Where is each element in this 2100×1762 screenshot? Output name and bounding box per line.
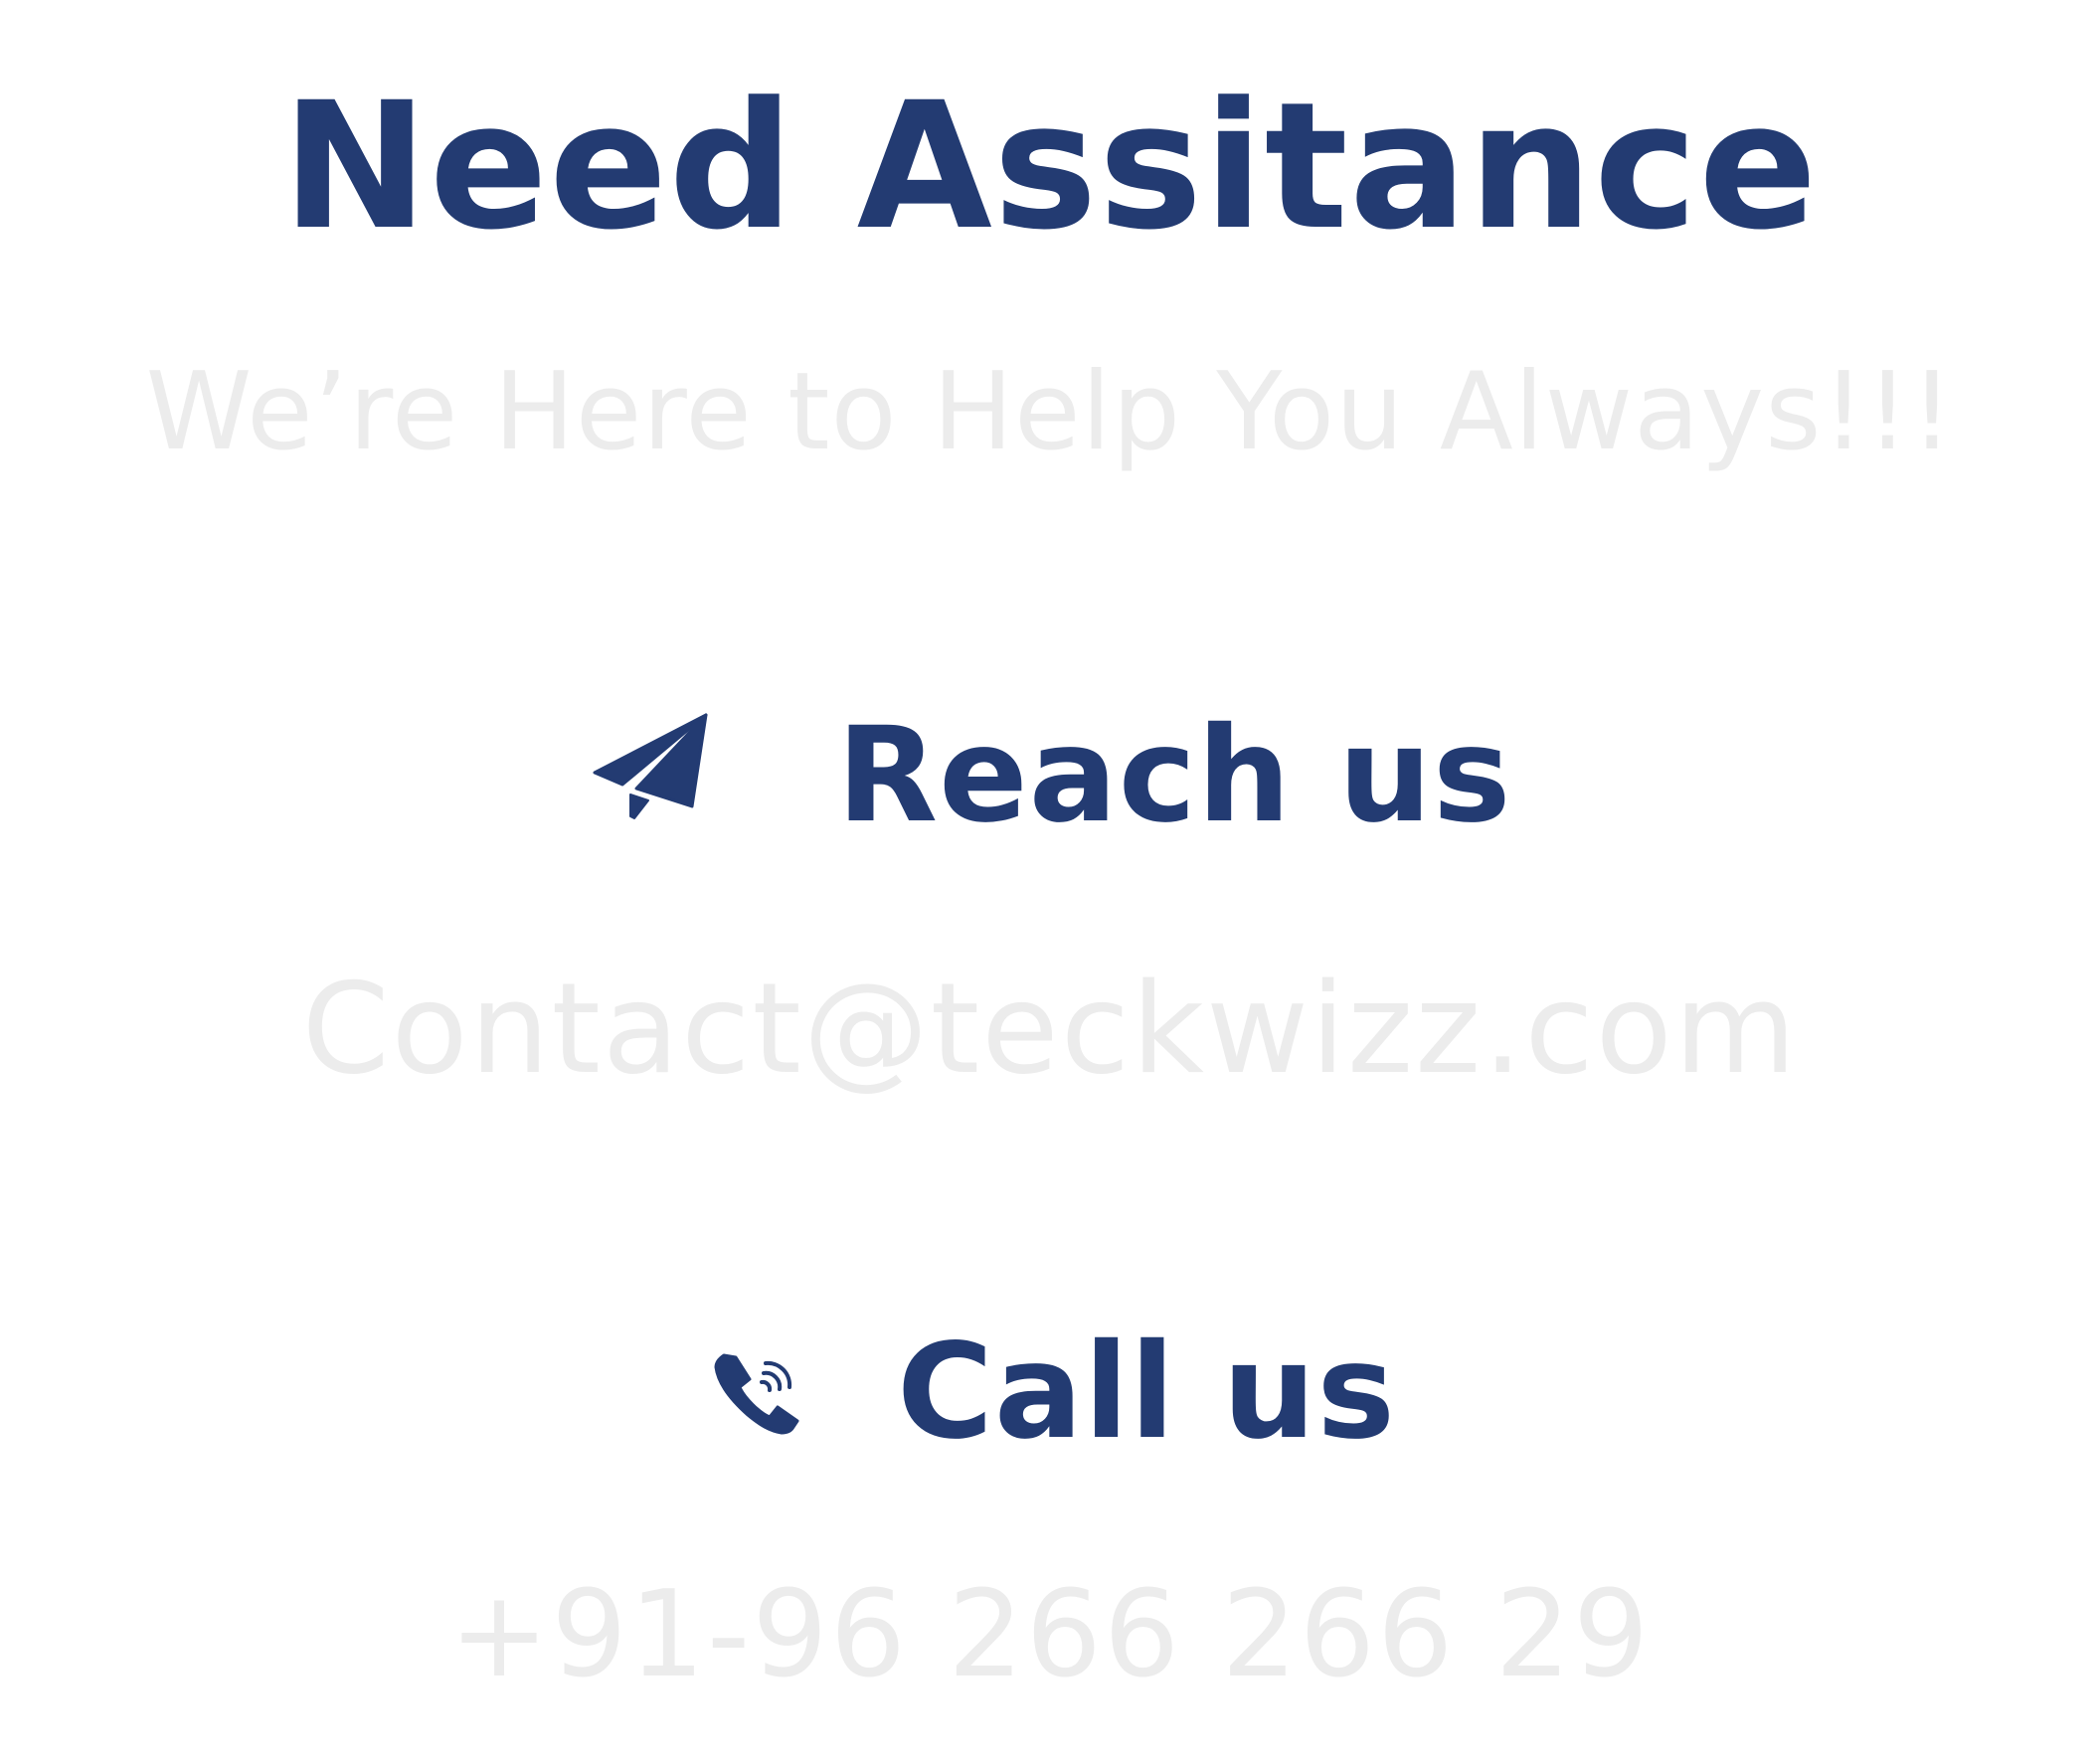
reach-us-label: Reach us xyxy=(836,699,1512,852)
call-us-label: Call us xyxy=(897,1316,1396,1469)
reach-us-row: Reach us xyxy=(0,701,2100,850)
phone-link[interactable]: +91-96 266 266 29 xyxy=(449,1566,1651,1704)
call-us-row: Call us xyxy=(0,1318,2100,1467)
paper-plane-icon xyxy=(589,711,718,840)
contact-section: Need Assitance We’re Here to Help You Al… xyxy=(0,0,2100,1762)
email-container: Contact@teckwizz.com xyxy=(0,955,2100,1104)
page-subtitle: We’re Here to Help You Always!!! xyxy=(145,350,1955,474)
page-title: Need Assitance xyxy=(281,65,1819,268)
phone-container: +91-96 266 266 29 xyxy=(0,1561,2100,1710)
phone-ringing-icon xyxy=(704,1337,813,1447)
email-link[interactable]: Contact@teckwizz.com xyxy=(302,956,1799,1102)
